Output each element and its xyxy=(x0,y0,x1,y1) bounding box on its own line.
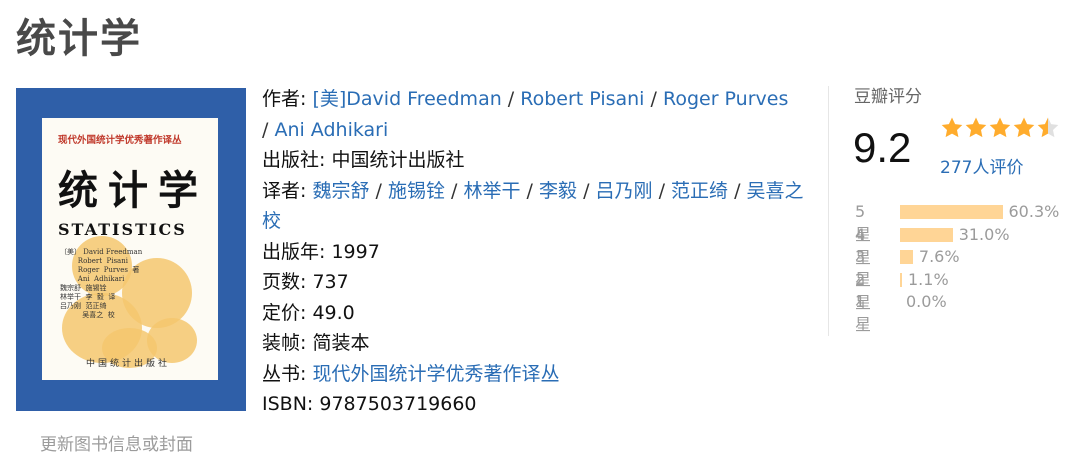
pages-row: 页数: 737 xyxy=(262,267,807,298)
cover-inner-panel: 现代外国统计学优秀著作译丛 统计学 STATISTICS 〔美〕 David F… xyxy=(42,118,218,380)
isbn-value: 9787503719660 xyxy=(319,393,477,415)
author-link[interactable]: Roger Purves xyxy=(663,88,788,110)
series-link[interactable]: 现代外国统计学优秀著作译丛 xyxy=(312,363,559,385)
rating-percent: 7.6% xyxy=(918,247,960,266)
rating-bar xyxy=(900,227,953,242)
star-icon xyxy=(1037,117,1059,138)
rating-bar xyxy=(900,205,1003,219)
rating-bar xyxy=(900,250,913,264)
star-icon xyxy=(989,117,1011,138)
publisher-value: 中国统计出版社 xyxy=(331,149,465,171)
publisher-row: 出版社: 中国统计出版社 xyxy=(262,145,807,176)
author-link[interactable]: Ani Adhikari xyxy=(274,119,388,141)
cover-series-text: 现代外国统计学优秀著作译丛 xyxy=(58,135,182,146)
author-label: 作者: xyxy=(262,88,307,110)
cover-title-en: STATISTICS xyxy=(58,220,187,239)
rating-percent: 1.1% xyxy=(908,269,949,289)
rating-percent: 31.0% xyxy=(958,224,1010,244)
rating-votes-link[interactable]: 277人评价 xyxy=(940,153,1023,178)
section-divider xyxy=(828,86,829,336)
price-label: 定价: xyxy=(262,301,307,324)
book-cover-image[interactable]: 现代外国统计学优秀著作译丛 统计学 STATISTICS 〔美〕 David F… xyxy=(16,88,246,411)
star-icon xyxy=(1013,117,1035,138)
series-row: 丛书: 现代外国统计学优秀著作译丛 xyxy=(262,359,807,390)
publisher-label: 出版社: xyxy=(262,149,326,171)
cover-publisher: 中国统计出版社 xyxy=(86,359,171,369)
price-value: 49.0 xyxy=(312,301,355,324)
author-link[interactable]: [美]David Freedman xyxy=(312,88,501,110)
translator-link[interactable]: 林举干 xyxy=(463,180,520,202)
rating-percent: 0.0% xyxy=(906,292,947,311)
update-cover-link[interactable]: 更新图书信息或封面 xyxy=(40,430,193,455)
cover-title-cn: 统计学 xyxy=(58,168,208,214)
rating-row-label: 1星 xyxy=(855,292,872,334)
rating-title: 豆瓣评分 xyxy=(854,87,922,107)
cover-authors: 〔美〕 David Freedman Robert Pisani Roger P… xyxy=(60,248,143,319)
translator-label: 译者: xyxy=(262,179,307,202)
rating-score: 9.2 xyxy=(853,124,912,171)
year-label: 出版年: xyxy=(262,240,326,263)
rating-bar xyxy=(900,272,902,287)
year-row: 出版年: 1997 xyxy=(262,237,807,268)
rating-percent: 60.3% xyxy=(1008,202,1060,221)
star-icon xyxy=(965,117,987,138)
star-icon xyxy=(941,117,963,138)
translator-link[interactable]: 施锡铨 xyxy=(388,180,445,202)
translator-link[interactable]: 范正绮 xyxy=(671,180,728,202)
rating-stars xyxy=(940,116,1060,140)
isbn-row: ISBN: 9787503719660 xyxy=(262,389,807,420)
binding-value: 简装本 xyxy=(312,332,370,354)
binding-row: 装帧: 简装本 xyxy=(262,328,807,359)
binding-label: 装帧: xyxy=(262,332,307,354)
page-title: 统计学 xyxy=(16,16,142,62)
price-row: 定价: 49.0 xyxy=(262,298,807,329)
translator-link[interactable]: 吕乃刚 xyxy=(596,180,653,202)
isbn-label: ISBN: xyxy=(262,393,314,415)
pages-value: 737 xyxy=(312,271,349,293)
book-info: 作者: [美]David Freedman / Robert Pisani / … xyxy=(262,84,807,420)
translator-row: 译者: 魏宗舒 / 施锡铨 / 林举干 / 李毅 / 吕乃刚 / 范正绮 / 吴… xyxy=(262,179,804,233)
year-value: 1997 xyxy=(331,240,380,263)
translator-link[interactable]: 魏宗舒 xyxy=(312,180,369,202)
author-row: 作者: [美]David Freedman / Robert Pisani / … xyxy=(262,88,789,141)
author-link[interactable]: Robert Pisani xyxy=(520,88,644,110)
pages-label: 页数: xyxy=(262,271,307,293)
translator-link[interactable]: 李毅 xyxy=(539,180,577,202)
series-label: 丛书: xyxy=(262,362,307,385)
